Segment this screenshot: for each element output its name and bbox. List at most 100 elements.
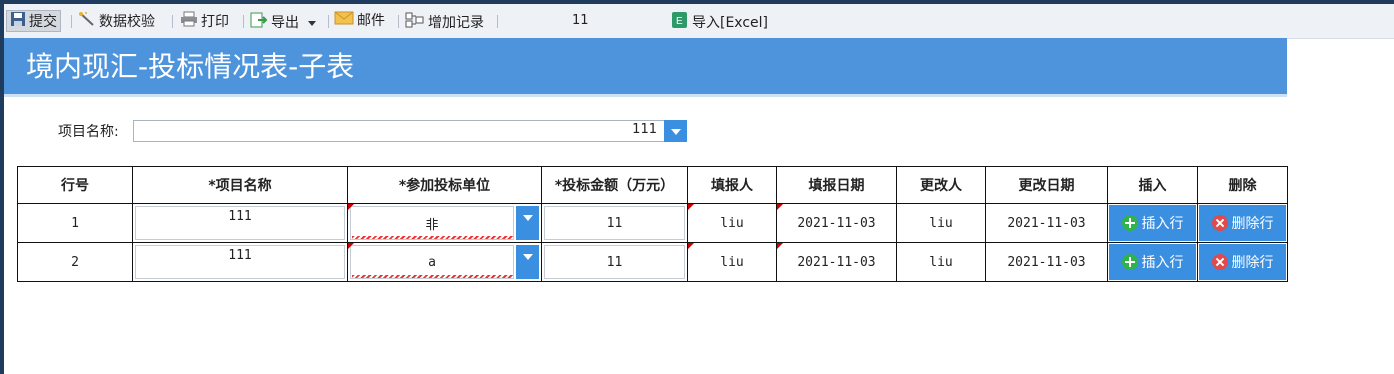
table-row: 1 111 非 11 liu 2021-11-03 liu 2021-11-03… [17,203,1288,243]
bid-amount-input[interactable]: 11 [544,245,685,279]
excel-icon: E [671,11,689,35]
validate-button[interactable]: 数据校验 [78,11,155,31]
filler-cell: liu [687,242,777,282]
insert-row-button[interactable]: 插入行 [1109,244,1196,280]
fill-date-cell: 2021-11-03 [776,203,897,243]
bidding-unit-cell[interactable]: 非 [347,203,542,243]
plus-circle-icon [1121,215,1138,231]
svg-text:E: E [676,16,683,27]
mail-button[interactable]: 邮件 [334,11,385,31]
bidding-unit-value: 非 [425,217,439,233]
column-header: 行号 [17,166,133,204]
validation-error-underline [352,236,513,239]
project-name-cell[interactable]: 111 [132,242,348,282]
header-divider [4,94,1287,97]
bid-amount-cell[interactable]: 11 [541,242,688,282]
column-header: 填报日期 [776,166,897,204]
x-circle-icon [1211,215,1228,231]
chevron-down-icon[interactable] [308,20,317,26]
bid-amount-input[interactable]: 11 [544,206,685,240]
printer-icon [180,11,198,33]
toolbar-separator [328,15,329,28]
print-button[interactable]: 打印 [180,11,229,31]
insert-cell: 插入行 [1107,203,1198,243]
add-record-button[interactable]: 增加记录 [405,11,484,31]
fill-date-value: 2021-11-03 [797,254,876,270]
toolbar-separator [71,15,72,28]
column-header: *项目名称 [132,166,348,204]
bid-amount-value: 11 [606,254,623,270]
record-count-field[interactable]: 11 [572,11,589,31]
add-record-label: 增加记录 [428,15,484,31]
project-name-select[interactable]: 111 [133,120,666,142]
comment-marker [688,243,694,249]
column-header: 更改人 [896,166,986,204]
toolbar-separator [243,15,244,28]
filler-value: liu [720,254,744,270]
delete-cell: 删除行 [1197,242,1288,282]
bidding-unit-input[interactable]: 非 [350,206,514,240]
mail-label: 邮件 [357,13,385,29]
bidding-unit-input[interactable]: a [350,245,514,279]
delete-row-label: 删除行 [1231,216,1274,232]
print-label: 打印 [201,14,229,30]
page-header: 境内现汇-投标情况表-子表 [4,38,1287,94]
page-title: 境内现汇-投标情况表-子表 [26,50,355,83]
export-button[interactable]: 导出 [250,11,317,31]
row-number: 1 [17,203,133,243]
data-table: 行号 *项目名称 *参加投标单位 *投标金额（万元） 填报人 填报日期 更改人 … [17,166,1288,282]
toolbar-separator [497,15,498,28]
column-header: 删除 [1197,166,1288,204]
bid-amount-value: 11 [606,215,623,231]
fill-date-value: 2021-11-03 [797,215,876,231]
column-header: *投标金额（万元） [541,166,688,204]
delete-row-button[interactable]: 删除行 [1199,244,1286,280]
insert-cell: 插入行 [1107,242,1198,282]
filler-value: liu [720,215,744,231]
submit-button[interactable]: 提交 [6,10,61,32]
bidding-unit-cell[interactable]: a [347,242,542,282]
fill-date-cell: 2021-11-03 [776,242,897,282]
x-circle-icon [1211,254,1228,270]
modify-date-cell: 2021-11-03 [985,242,1108,282]
project-name-input[interactable]: 111 [135,245,345,279]
import-excel-button[interactable]: E 导入[Excel] [671,11,768,31]
comment-marker [777,243,783,249]
validate-label: 数据校验 [99,14,155,30]
wand-icon [78,11,96,33]
insert-row-button[interactable]: 插入行 [1109,205,1196,241]
modify-date-cell: 2021-11-03 [985,203,1108,243]
column-header: *参加投标单位 [347,166,542,204]
row-number: 2 [17,242,133,282]
bidding-unit-dropdown-button[interactable] [516,206,539,240]
bidding-unit-value: a [428,254,436,270]
modifier-cell: liu [896,203,986,243]
table-header-row: 行号 *项目名称 *参加投标单位 *投标金额（万元） 填报人 填报日期 更改人 … [17,166,1288,204]
plus-circle-icon [1121,254,1138,270]
bidding-unit-dropdown-button[interactable] [516,245,539,279]
chevron-down-icon [671,129,681,135]
filler-cell: liu [687,203,777,243]
export-label: 导出 [271,15,299,31]
required-marker [348,204,354,210]
insert-row-label: 插入行 [1141,216,1184,232]
column-header: 更改日期 [985,166,1108,204]
chevron-down-icon [523,215,533,221]
project-name-input[interactable]: 111 [135,206,345,240]
column-header: 填报人 [687,166,777,204]
project-name-cell[interactable]: 111 [132,203,348,243]
comment-marker [688,204,694,210]
delete-row-button[interactable]: 删除行 [1199,205,1286,241]
save-icon [10,11,26,33]
envelope-icon [334,11,354,31]
modifier-value: liu [929,215,953,231]
insert-row-label: 插入行 [1141,255,1184,271]
bid-amount-cell[interactable]: 11 [541,203,688,243]
export-icon [250,11,268,35]
submit-label: 提交 [29,14,57,30]
modifier-cell: liu [896,242,986,282]
project-dropdown-button[interactable] [664,120,687,142]
modify-date-value: 2021-11-03 [1007,254,1086,270]
modifier-value: liu [929,254,953,270]
import-label: 导入[Excel] [692,15,769,31]
